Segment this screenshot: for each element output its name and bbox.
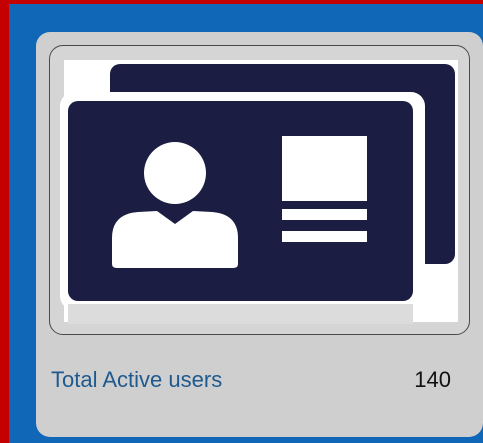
card-label-row: Total Active users 140: [51, 367, 451, 397]
id-card-icon: [60, 60, 458, 324]
card-title[interactable]: Total Active users: [51, 367, 222, 393]
active-users-card[interactable]: Total Active users 140: [36, 32, 483, 437]
info-line-1: [282, 209, 367, 220]
info-block: [282, 136, 367, 201]
person-head: [144, 142, 206, 204]
active-users-count: 140: [414, 367, 451, 392]
info-line-2: [282, 231, 367, 242]
widget-frame: Total Active users 140: [0, 0, 483, 443]
card-shadow-strip: [68, 304, 413, 324]
card-image-panel: [49, 45, 470, 335]
